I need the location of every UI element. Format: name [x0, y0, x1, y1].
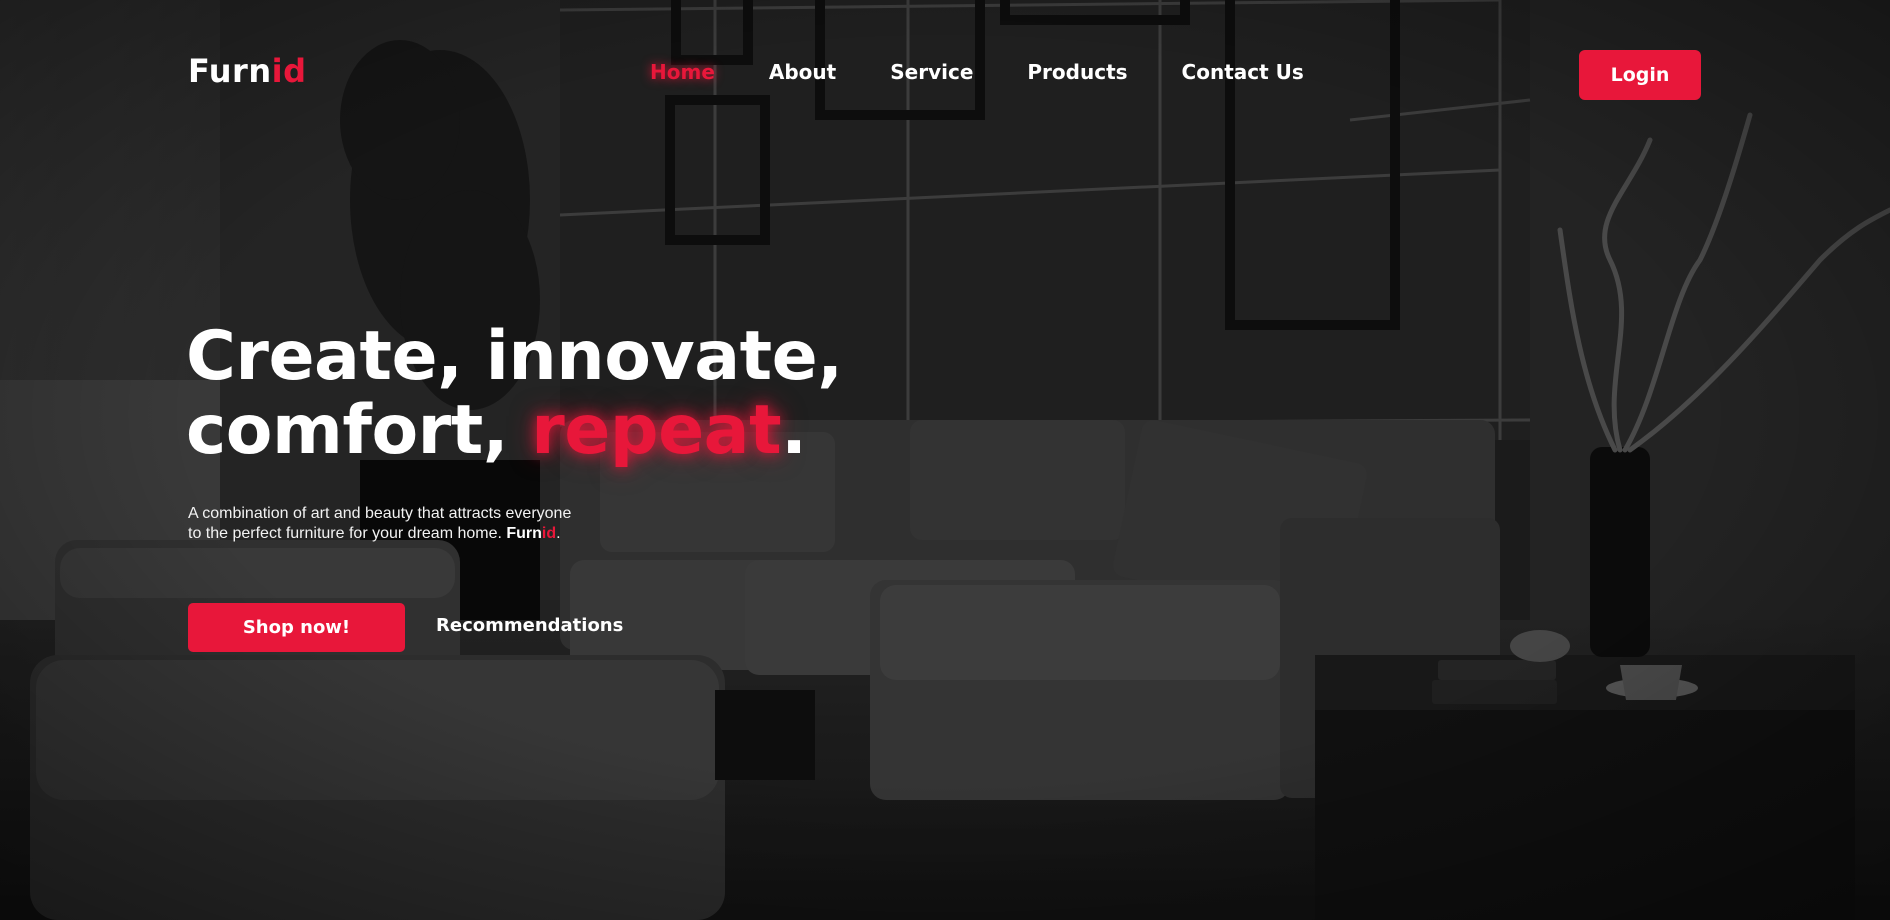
hero-subtext: A combination of art and beauty that att… [188, 504, 571, 544]
headline-line-1: Create, innovate, [186, 317, 843, 396]
hero-section: Furnid Home About Service Products Conta… [0, 0, 1890, 920]
subtext-brand-main: Furn [506, 525, 542, 542]
nav-about-link[interactable]: About [769, 60, 836, 84]
shop-now-button[interactable]: Shop now! [188, 603, 405, 652]
subtext-end: . [556, 525, 561, 542]
login-button[interactable]: Login [1579, 50, 1701, 100]
logo-text-main: Furn [188, 52, 272, 90]
nav-contact-link[interactable]: Contact Us [1182, 60, 1304, 84]
headline-highlight: repeat [531, 391, 782, 470]
subtext-line-2: to the perfect furniture for your dream … [188, 524, 571, 544]
main-nav: Home About Service Products Contact Us [650, 60, 1304, 84]
recommendations-link[interactable]: Recommendations [436, 615, 623, 636]
brand-logo[interactable]: Furnid [188, 52, 306, 90]
headline-line-2: comfort, repeat. [186, 394, 843, 468]
subtext-brand-accent: id [541, 525, 557, 542]
logo-text-accent: id [271, 52, 307, 90]
nav-service-link[interactable]: Service [890, 60, 973, 84]
nav-products-link[interactable]: Products [1027, 60, 1127, 84]
headline-line-2-start: comfort, [186, 391, 532, 470]
nav-home-link[interactable]: Home [650, 60, 715, 84]
hero-headline: Create, innovate, comfort, repeat. [186, 320, 843, 468]
subtext-line-1: A combination of art and beauty that att… [188, 505, 572, 522]
headline-end: . [781, 391, 807, 470]
subtext-line-2-text: to the perfect furniture for your dream … [188, 525, 507, 542]
